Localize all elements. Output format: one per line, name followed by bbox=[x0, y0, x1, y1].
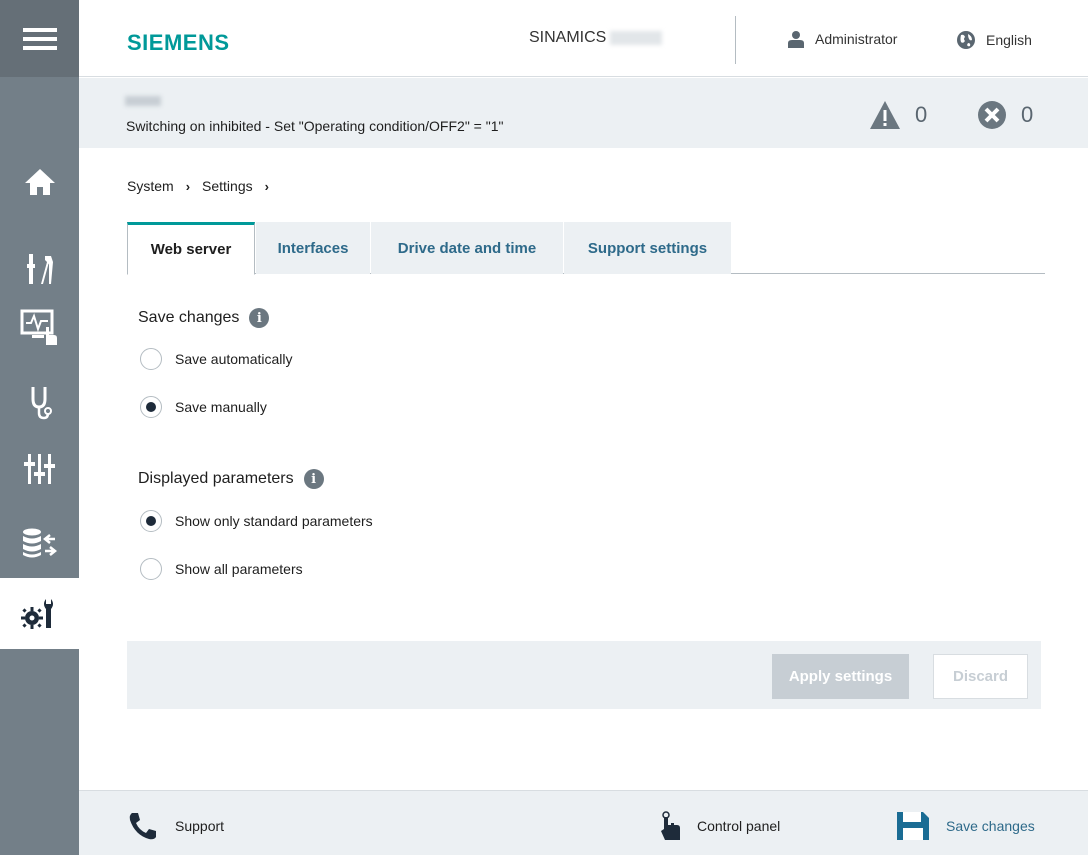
nav-backup-restore[interactable] bbox=[0, 510, 79, 576]
stethoscope-icon bbox=[31, 387, 52, 420]
tab-web-server[interactable]: Web server bbox=[127, 222, 255, 275]
nav-home[interactable] bbox=[0, 149, 79, 215]
support-link[interactable]: Support bbox=[127, 811, 224, 841]
discard-button[interactable]: Discard bbox=[933, 654, 1028, 699]
home-icon bbox=[24, 169, 55, 195]
phone-icon bbox=[129, 813, 156, 840]
breadcrumb-system[interactable]: System bbox=[127, 178, 174, 194]
error-icon bbox=[978, 101, 1006, 129]
info-icon[interactable]: i bbox=[303, 469, 324, 489]
chevron-right-icon: › bbox=[185, 178, 191, 194]
header: SIEMENS SINAMICS Administrator English bbox=[79, 0, 1088, 77]
breadcrumb: System › Settings › bbox=[127, 178, 269, 194]
header-divider bbox=[735, 16, 736, 64]
nav-settings[interactable] bbox=[0, 578, 79, 649]
save-disk-icon bbox=[897, 812, 929, 840]
language-label: English bbox=[986, 32, 1032, 48]
breadcrumb-settings[interactable]: Settings bbox=[202, 178, 253, 194]
menu-button[interactable] bbox=[0, 0, 79, 77]
monitor-touch-icon bbox=[20, 309, 57, 345]
radio-show-standard-parameters[interactable]: Show only standard parameters bbox=[140, 510, 373, 532]
user-icon bbox=[788, 31, 804, 48]
save-changes-section-title: Save changes i bbox=[138, 308, 270, 328]
status-bar: Switching on inhibited - Set "Operating … bbox=[79, 78, 1088, 148]
menu-icon bbox=[22, 27, 57, 50]
siemens-logo: SIEMENS bbox=[127, 30, 230, 55]
footer: Support Control panel Save changes bbox=[79, 790, 1088, 855]
status-message: Switching on inhibited - Set "Operating … bbox=[126, 118, 504, 134]
hand-pointer-icon bbox=[661, 811, 680, 840]
language-selector[interactable]: English bbox=[956, 30, 1032, 50]
displayed-parameters-section-title: Displayed parameters i bbox=[138, 469, 324, 489]
radio-button-selected[interactable] bbox=[140, 396, 162, 418]
control-panel-label: Control panel bbox=[697, 818, 781, 834]
errors-indicator[interactable]: 0 bbox=[977, 100, 1033, 130]
nav-parameters[interactable] bbox=[0, 436, 79, 502]
tools-icon bbox=[26, 254, 53, 284]
radio-button[interactable] bbox=[140, 348, 162, 370]
radio-show-all-parameters[interactable]: Show all parameters bbox=[140, 558, 303, 580]
save-changes-link[interactable]: Save changes bbox=[896, 811, 1035, 841]
user-name: Administrator bbox=[815, 31, 898, 47]
chevron-right-icon: › bbox=[264, 178, 269, 194]
device-id-redacted bbox=[125, 96, 161, 106]
database-transfer-icon bbox=[22, 528, 57, 558]
warning-icon bbox=[870, 101, 900, 129]
tab-drive-date-time[interactable]: Drive date and time bbox=[371, 222, 563, 274]
sidebar bbox=[0, 0, 79, 855]
radio-save-automatically[interactable]: Save automatically bbox=[140, 348, 293, 370]
action-bar: Apply settings Discard bbox=[127, 641, 1041, 709]
globe-icon bbox=[957, 31, 975, 49]
settings-wrench-icon bbox=[20, 598, 53, 629]
user-menu[interactable]: Administrator bbox=[787, 30, 897, 48]
nav-tools[interactable] bbox=[0, 236, 79, 302]
radio-save-manually[interactable]: Save manually bbox=[140, 396, 267, 418]
product-name: SINAMICS bbox=[529, 29, 663, 47]
settings-tabs: Web server Interfaces Drive date and tim… bbox=[127, 222, 1045, 275]
nav-monitor[interactable] bbox=[0, 294, 79, 360]
tab-support-settings[interactable]: Support settings bbox=[564, 222, 731, 274]
device-name-redacted bbox=[610, 30, 663, 45]
errors-count: 0 bbox=[1021, 102, 1034, 127]
support-label: Support bbox=[175, 818, 225, 834]
radio-button-selected[interactable] bbox=[140, 510, 162, 532]
sliders-icon bbox=[23, 454, 55, 484]
apply-settings-button[interactable]: Apply settings bbox=[772, 654, 909, 699]
tab-interfaces[interactable]: Interfaces bbox=[256, 222, 370, 274]
control-panel-link[interactable]: Control panel bbox=[659, 811, 780, 841]
radio-button[interactable] bbox=[140, 558, 162, 580]
warnings-indicator[interactable]: 0 bbox=[869, 100, 927, 130]
info-icon[interactable]: i bbox=[249, 308, 270, 328]
nav-diagnostics[interactable] bbox=[0, 370, 79, 436]
warnings-count: 0 bbox=[915, 102, 928, 127]
save-changes-label: Save changes bbox=[946, 818, 1035, 834]
